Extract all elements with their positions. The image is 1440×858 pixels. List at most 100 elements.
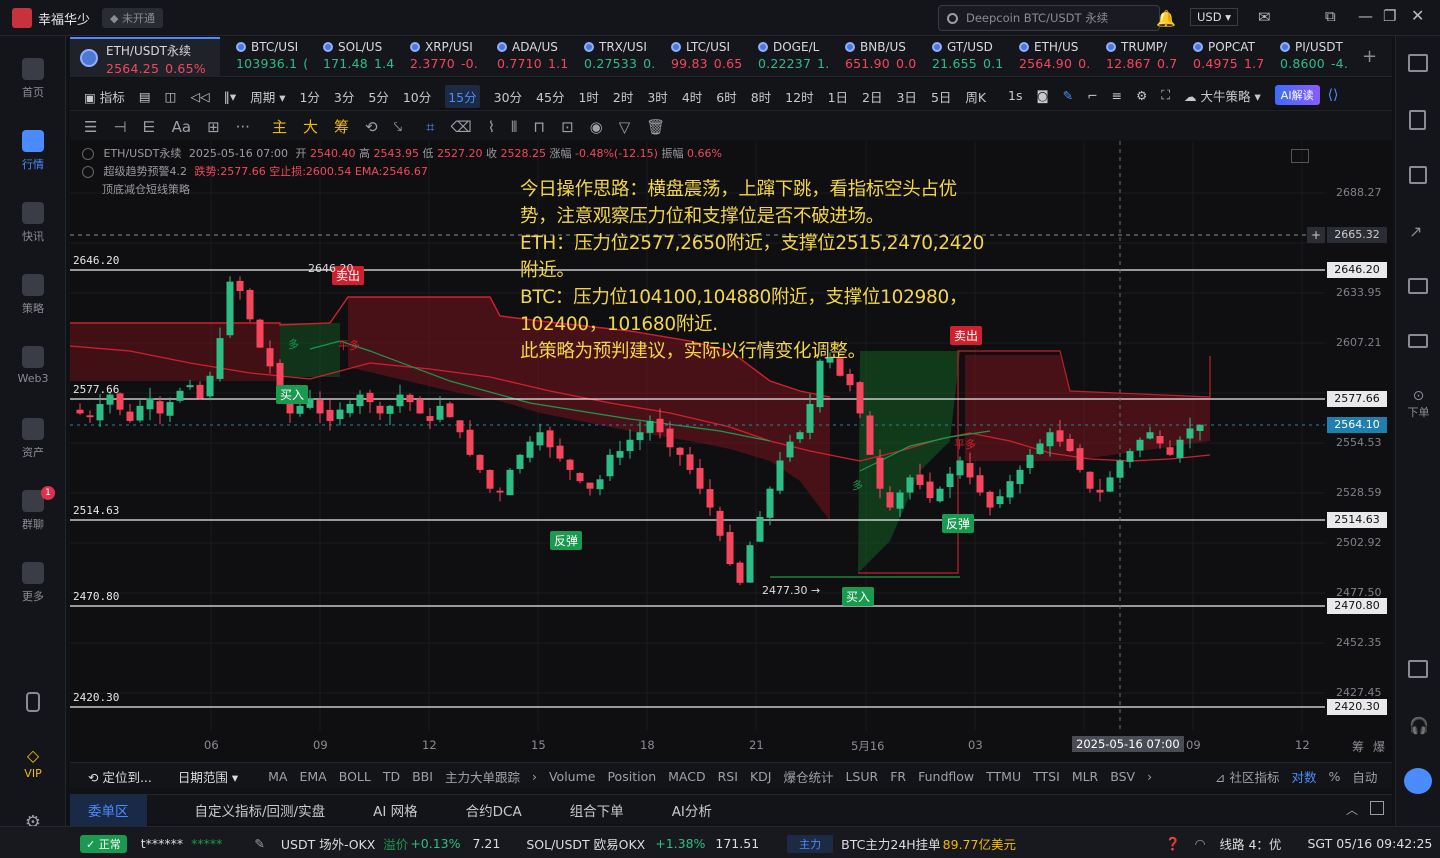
horizontal-line-icon[interactable]: ⊣ (113, 118, 126, 136)
menu-lines-icon[interactable]: ☰ (84, 118, 97, 136)
chip-axis-icon[interactable]: 筹 (1352, 738, 1364, 755)
watchlist-icon[interactable] (1408, 54, 1428, 72)
indicator-11[interactable]: 爆仓统计 (783, 767, 833, 786)
cycle-dropdown[interactable]: 周期 ▾ (250, 87, 285, 106)
period-15[interactable]: 2日 (862, 87, 882, 106)
collapse-up-icon[interactable]: ︿ (1346, 801, 1358, 818)
ticker-tab[interactable]: SOL/US 171.48 1.4 (317, 37, 404, 77)
indicator-8[interactable]: MACD (668, 769, 705, 784)
period-3[interactable]: 10分 (403, 87, 431, 106)
trash-icon[interactable]: 🗑 (646, 118, 665, 136)
indicator-3[interactable]: TD (383, 769, 400, 784)
layout-icon[interactable] (1408, 660, 1428, 678)
ticker-tab[interactable]: PI/USDT 0.8600 -4. (1274, 37, 1361, 77)
period-7[interactable]: 1时 (578, 87, 598, 106)
line-status[interactable]: 线路 4：优 (1220, 834, 1282, 853)
ticker-tab[interactable]: TRX/USI 0.27533 0. (578, 37, 665, 77)
ai-interpret-button[interactable]: AI解读 (1274, 85, 1320, 105)
sidebar-item-market[interactable]: 行情 (0, 130, 66, 172)
sell-signal-tag[interactable]: 卖出 (950, 326, 983, 345)
account-status-badge[interactable]: ◆ 未开通 (102, 8, 163, 28)
tab-5[interactable]: AI分析 (672, 800, 712, 820)
bull-strategy-dropdown[interactable]: ☁ 大牛策略 ▾ (1184, 86, 1261, 105)
ticker-tab[interactable]: BTC/USI 103936.1 ( (230, 37, 317, 77)
tab-2[interactable]: AI 网格 (373, 800, 418, 820)
candle-type-icon[interactable]: ‖▾ (224, 89, 237, 104)
indicator-0[interactable]: MA (268, 769, 287, 784)
edit-icon[interactable]: ✎ (254, 836, 264, 851)
rebound-signal-tag[interactable]: 反弹 (942, 514, 975, 533)
auto-toggle[interactable]: 自动 (1352, 767, 1377, 786)
period-6[interactable]: 45分 (536, 87, 564, 106)
bell-icon[interactable]: 🔔 (1156, 9, 1176, 28)
ruler-icon[interactable]: ⊞ (207, 118, 220, 136)
minimize-icon[interactable]: — (1358, 7, 1373, 25)
date-range-dropdown[interactable]: 日期范围 ▾ (178, 767, 238, 786)
ticker-tab[interactable]: ETH/USDT永续 2564.25 0.65% (70, 37, 220, 77)
sidebar-item-more[interactable]: 更多 (0, 562, 66, 604)
sidebar-item-home[interactable]: 首页 (0, 58, 66, 100)
indicator-15[interactable]: TTMU (986, 769, 1021, 784)
ticker-tab[interactable]: XRP/USI 2.3770 -0. (404, 37, 491, 77)
big-order-button[interactable]: 大 (303, 116, 318, 137)
sidebar-item-strategy[interactable]: 策略 (0, 274, 66, 316)
indicator-5[interactable]: 主力大单跟踪 (445, 767, 520, 786)
chips-button[interactable]: 筹 (334, 116, 349, 137)
document-icon[interactable] (1409, 110, 1426, 130)
replay-icon[interactable]: ◁◁ (190, 89, 209, 104)
indicator-18[interactable]: BSV (1110, 769, 1135, 784)
period-18[interactable]: 周K (965, 87, 986, 106)
chevron-right-icon[interactable]: › (532, 769, 537, 784)
indicator-13[interactable]: FR (890, 769, 906, 784)
fib-icon[interactable]: ⋿ (143, 118, 156, 136)
order-button[interactable]: ⊙ 下单 (1396, 388, 1440, 420)
period-2[interactable]: 5分 (368, 87, 388, 106)
log-scale-toggle[interactable]: 对数 (1291, 767, 1316, 786)
period-17[interactable]: 5日 (931, 87, 951, 106)
search-input[interactable]: Deepcoin BTC/USDT 永续 (938, 5, 1160, 31)
list-icon[interactable]: ≡ (1112, 88, 1122, 103)
indicator-16[interactable]: TTSI (1033, 769, 1060, 784)
share-icon[interactable]: ⟨⟩ (1328, 87, 1339, 103)
kline-chart[interactable]: ETH/USDT永续 2025-05-16 07:00 开 2540.40 高 … (70, 141, 1392, 762)
period-13[interactable]: 12时 (785, 87, 813, 106)
ticker-tab[interactable]: ADA/US 0.7710 1.1 (491, 37, 578, 77)
add-ticker-icon[interactable]: + (1362, 46, 1377, 67)
period-5[interactable]: 30分 (494, 87, 522, 106)
ticker-tab[interactable]: LTC/USI 99.83 0.65 (665, 37, 752, 77)
period-14[interactable]: 1日 (828, 87, 848, 106)
chart-expand-icon[interactable] (1291, 149, 1309, 163)
period-0[interactable]: 1分 (299, 87, 319, 106)
currency-select[interactable]: USD ▾ (1190, 8, 1239, 26)
screen-icon[interactable] (1408, 278, 1428, 294)
indicator-9[interactable]: RSI (718, 769, 738, 784)
eraser-icon[interactable]: ⌫ (450, 118, 471, 136)
select-tool-icon[interactable]: ⌗ (426, 118, 434, 136)
indicator-12[interactable]: LSUR (845, 769, 878, 784)
crop-icon[interactable]: ⌐ (1087, 88, 1097, 103)
indicator-2[interactable]: BOLL (339, 769, 371, 784)
chevron-right-icon[interactable]: › (1147, 769, 1152, 784)
indicator-4[interactable]: BBI (412, 769, 433, 784)
sidebar-item-assets[interactable]: 资产 (0, 418, 66, 460)
edit-icon[interactable]: ⊡ (561, 118, 574, 136)
refresh-icon[interactable]: ⟲ (365, 118, 378, 136)
help-icon[interactable]: ❓ (1165, 836, 1181, 852)
indicator-button[interactable]: ▣ 指标 (84, 87, 125, 106)
sidebar-item-news[interactable]: 快讯 (0, 202, 66, 244)
period-1[interactable]: 3分 (334, 87, 354, 106)
bars-icon[interactable]: ⫴ (511, 118, 517, 136)
maximize-icon[interactable]: ❐ (1383, 7, 1396, 25)
seconds-button[interactable]: 1s (1008, 88, 1022, 103)
finance-icon[interactable] (1409, 166, 1427, 184)
calendar-icon[interactable]: ▤ (139, 89, 151, 104)
quote-sol[interactable]: SOL/USDT 欧易OKX (526, 834, 645, 853)
ticker-tab[interactable]: TRUMP/12.867 0.7 (1100, 37, 1187, 77)
layout-split-icon[interactable]: ◫ (165, 89, 177, 104)
filter-icon[interactable]: ▽ (619, 118, 631, 136)
mail-icon[interactable]: ✉ (1258, 8, 1271, 26)
text-tool-icon[interactable]: Aa (172, 118, 191, 136)
close-icon[interactable]: ✕ (1411, 6, 1424, 25)
tab-0[interactable]: 委单区 (70, 794, 147, 826)
period-10[interactable]: 4时 (682, 87, 702, 106)
